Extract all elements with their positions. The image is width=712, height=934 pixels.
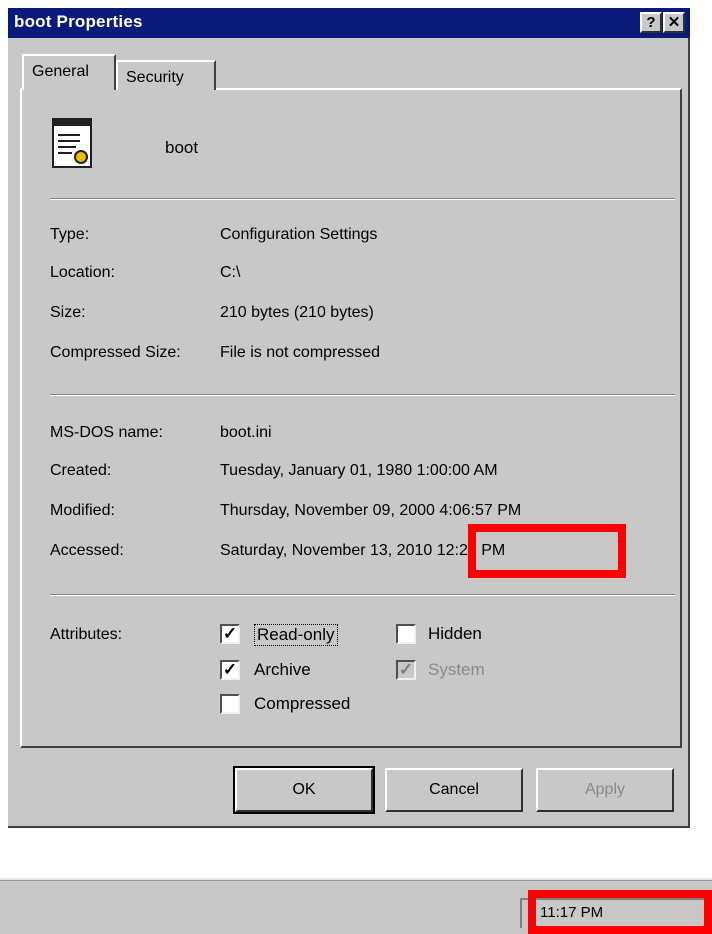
location-label: Location:: [50, 264, 115, 281]
compressed-size-label: Compressed Size:: [50, 344, 181, 361]
created-label: Created:: [50, 462, 112, 479]
type-value: Configuration Settings: [220, 226, 378, 243]
compressed-checkbox[interactable]: [220, 694, 240, 714]
location-value: C:\: [220, 264, 241, 281]
msdos-name-value: boot.ini: [220, 424, 272, 441]
tab-general[interactable]: General: [22, 54, 116, 90]
size-value: 210 bytes (210 bytes): [220, 304, 374, 321]
tab-panel-general: [20, 88, 682, 748]
size-label: Size:: [50, 304, 86, 321]
apply-button[interactable]: Apply: [536, 768, 674, 812]
readonly-label[interactable]: Read-only: [254, 624, 338, 646]
separator: [50, 198, 675, 200]
compressed-label[interactable]: Compressed: [254, 694, 350, 714]
config-file-icon: [52, 118, 92, 168]
hidden-checkbox[interactable]: [396, 624, 416, 644]
help-button[interactable]: ?: [640, 12, 662, 33]
created-value: Tuesday, January 01, 1980 1:00:00 AM: [220, 462, 498, 479]
system-label: System: [428, 660, 485, 679]
compressed-size-value: File is not compressed: [220, 344, 381, 361]
cancel-button[interactable]: Cancel: [385, 768, 523, 812]
system-checkbox: ✓: [396, 660, 416, 680]
archive-label[interactable]: Archive: [254, 660, 311, 680]
type-label: Type:: [50, 226, 90, 243]
modified-value: Thursday, November 09, 2000 4:06:57 PM: [220, 502, 522, 519]
accessed-value: Saturday, November 13, 2010 12:20 PM: [220, 542, 506, 559]
separator: [50, 594, 675, 596]
readonly-checkbox[interactable]: ✓: [220, 624, 240, 644]
attributes-label: Attributes:: [50, 626, 123, 643]
clock-highlight: [528, 890, 712, 934]
separator: [50, 394, 675, 396]
msdos-name-label: MS-DOS name:: [50, 424, 163, 441]
close-button[interactable]: ✕: [663, 12, 685, 33]
hidden-label[interactable]: Hidden: [428, 624, 482, 644]
archive-checkbox[interactable]: ✓: [220, 660, 240, 680]
accessed-label: Accessed:: [50, 542, 124, 559]
tab-security[interactable]: Security: [116, 60, 216, 90]
accessed-time-highlight: [468, 524, 626, 578]
window-title: boot Properties: [14, 12, 143, 31]
file-name: boot: [165, 138, 199, 157]
ok-button[interactable]: OK: [233, 766, 375, 814]
modified-label: Modified:: [50, 502, 115, 519]
